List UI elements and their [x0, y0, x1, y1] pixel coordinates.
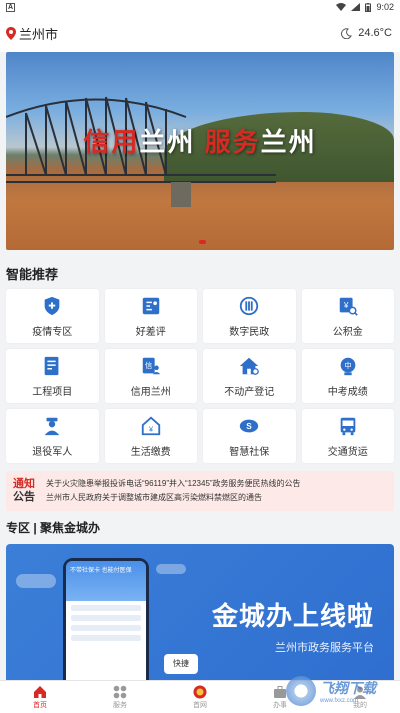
zone-title: 专区 | 聚焦金城办	[6, 521, 101, 535]
jinchengban-banner[interactable]: 不带社保卡 也能付医保 快捷 金城办上线啦 兰州市政务服务平台	[6, 544, 394, 689]
temperature: 24.6°C	[358, 27, 392, 39]
emblem-icon	[193, 685, 207, 698]
status-bar: A 9:02	[0, 0, 400, 14]
service-credit-lanzhou[interactable]: 信 信用兰州	[104, 349, 197, 403]
notice-tag: 通知 公告	[13, 478, 35, 503]
tab-home[interactable]: 首页	[0, 681, 80, 713]
tab-national-emblem[interactable]: 首网	[160, 681, 240, 713]
service-engineering[interactable]: 工程项目	[6, 349, 99, 403]
weather-widget[interactable]: 24.6°C	[341, 27, 392, 39]
notice-lines: 关于火灾隐患举报投诉电话“96119”并入“12345”政务服务便民热线的公告 …	[38, 477, 390, 505]
service-veterans[interactable]: 退役军人	[6, 409, 99, 463]
civil-affairs-icon	[240, 296, 259, 315]
service-civil-affairs[interactable]: 数字民政	[203, 289, 296, 343]
svg-text:中: 中	[344, 360, 351, 369]
svg-text:¥: ¥	[149, 424, 154, 433]
top-bar: 兰州市 24.6°C	[0, 14, 400, 52]
utility-payment-icon: ¥	[141, 416, 160, 435]
phone-mockup: 不带社保卡 也能付医保	[63, 558, 149, 689]
service-transport[interactable]: 交通货运	[301, 409, 394, 463]
zone-subtitle: 兰州市政务服务平台	[275, 642, 374, 654]
zone-headline: 金城办上线啦	[211, 601, 374, 631]
city-selector[interactable]: 兰州市	[6, 24, 58, 43]
service-social-security[interactable]: S 智慧社保	[203, 409, 296, 463]
exam-score-icon: 中	[340, 357, 356, 375]
battery-icon	[365, 2, 372, 12]
service-utility-payment[interactable]: ¥ 生活缴费	[104, 409, 197, 463]
veteran-icon	[44, 417, 60, 435]
service-real-estate[interactable]: 不动产登记	[203, 349, 296, 403]
document-list-icon	[44, 356, 59, 375]
recommend-title: 智能推荐	[6, 267, 59, 282]
wifi-icon	[336, 3, 347, 11]
rating-card-icon	[142, 297, 159, 314]
service-rating[interactable]: 好差评	[104, 289, 197, 343]
service-exam-score[interactable]: 中 中考成绩	[301, 349, 394, 403]
social-security-icon: S	[240, 419, 259, 432]
service-housing-fund[interactable]: ¥ 公积金	[301, 289, 394, 343]
promo-banner[interactable]: 信用兰州 服务兰州	[6, 52, 394, 250]
carousel-indicator[interactable]	[199, 240, 206, 244]
service-epidemic[interactable]: 疫情专区	[6, 289, 99, 343]
signal-icon	[351, 3, 361, 11]
svg-text:¥: ¥	[343, 300, 349, 309]
cloud-decoration	[156, 564, 186, 574]
phone-screen-header: 不带社保卡 也能付医保	[66, 561, 146, 601]
quick-bubble: 快捷	[164, 654, 198, 674]
notice-board[interactable]: 通知 公告 关于火灾隐患举报投诉电话“96119”并入“12345”政务服务便民…	[6, 471, 394, 511]
cloud-decoration	[16, 574, 56, 588]
watermark-logo: 飞翔下载 www.fxxz.com	[286, 673, 396, 709]
tab-service[interactable]: 服务	[80, 681, 160, 713]
svg-text:信: 信	[145, 360, 152, 369]
watermark-circle-icon	[286, 676, 316, 706]
shield-plus-icon	[44, 296, 60, 315]
notice-item[interactable]: 兰州市人民政府关于调整城市建成区高污染燃料禁燃区的通告	[46, 491, 390, 505]
grid-icon	[113, 685, 127, 698]
notice-item[interactable]: 关于火灾隐患举报投诉电话“96119”并入“12345”政务服务便民热线的公告	[46, 477, 390, 491]
svg-text:S: S	[246, 422, 252, 431]
banner-slogan: 信用兰州 服务兰州	[83, 127, 317, 157]
clock-time: 9:02	[376, 2, 394, 12]
service-grid: 疫情专区 好差评 数字民政 ¥ 公积金 工程项目 信 信用兰州 不动产登记 中 …	[0, 289, 400, 463]
house-register-icon	[240, 357, 260, 375]
briefcase-icon	[274, 685, 286, 698]
housing-fund-icon: ¥	[339, 297, 358, 316]
credit-person-icon: 信	[142, 357, 160, 374]
city-name: 兰州市	[19, 26, 59, 42]
moon-icon	[341, 27, 353, 39]
notification-app-icon: A	[6, 2, 15, 12]
bus-icon	[340, 417, 356, 435]
location-pin-icon	[6, 26, 16, 40]
home-icon	[34, 685, 46, 698]
